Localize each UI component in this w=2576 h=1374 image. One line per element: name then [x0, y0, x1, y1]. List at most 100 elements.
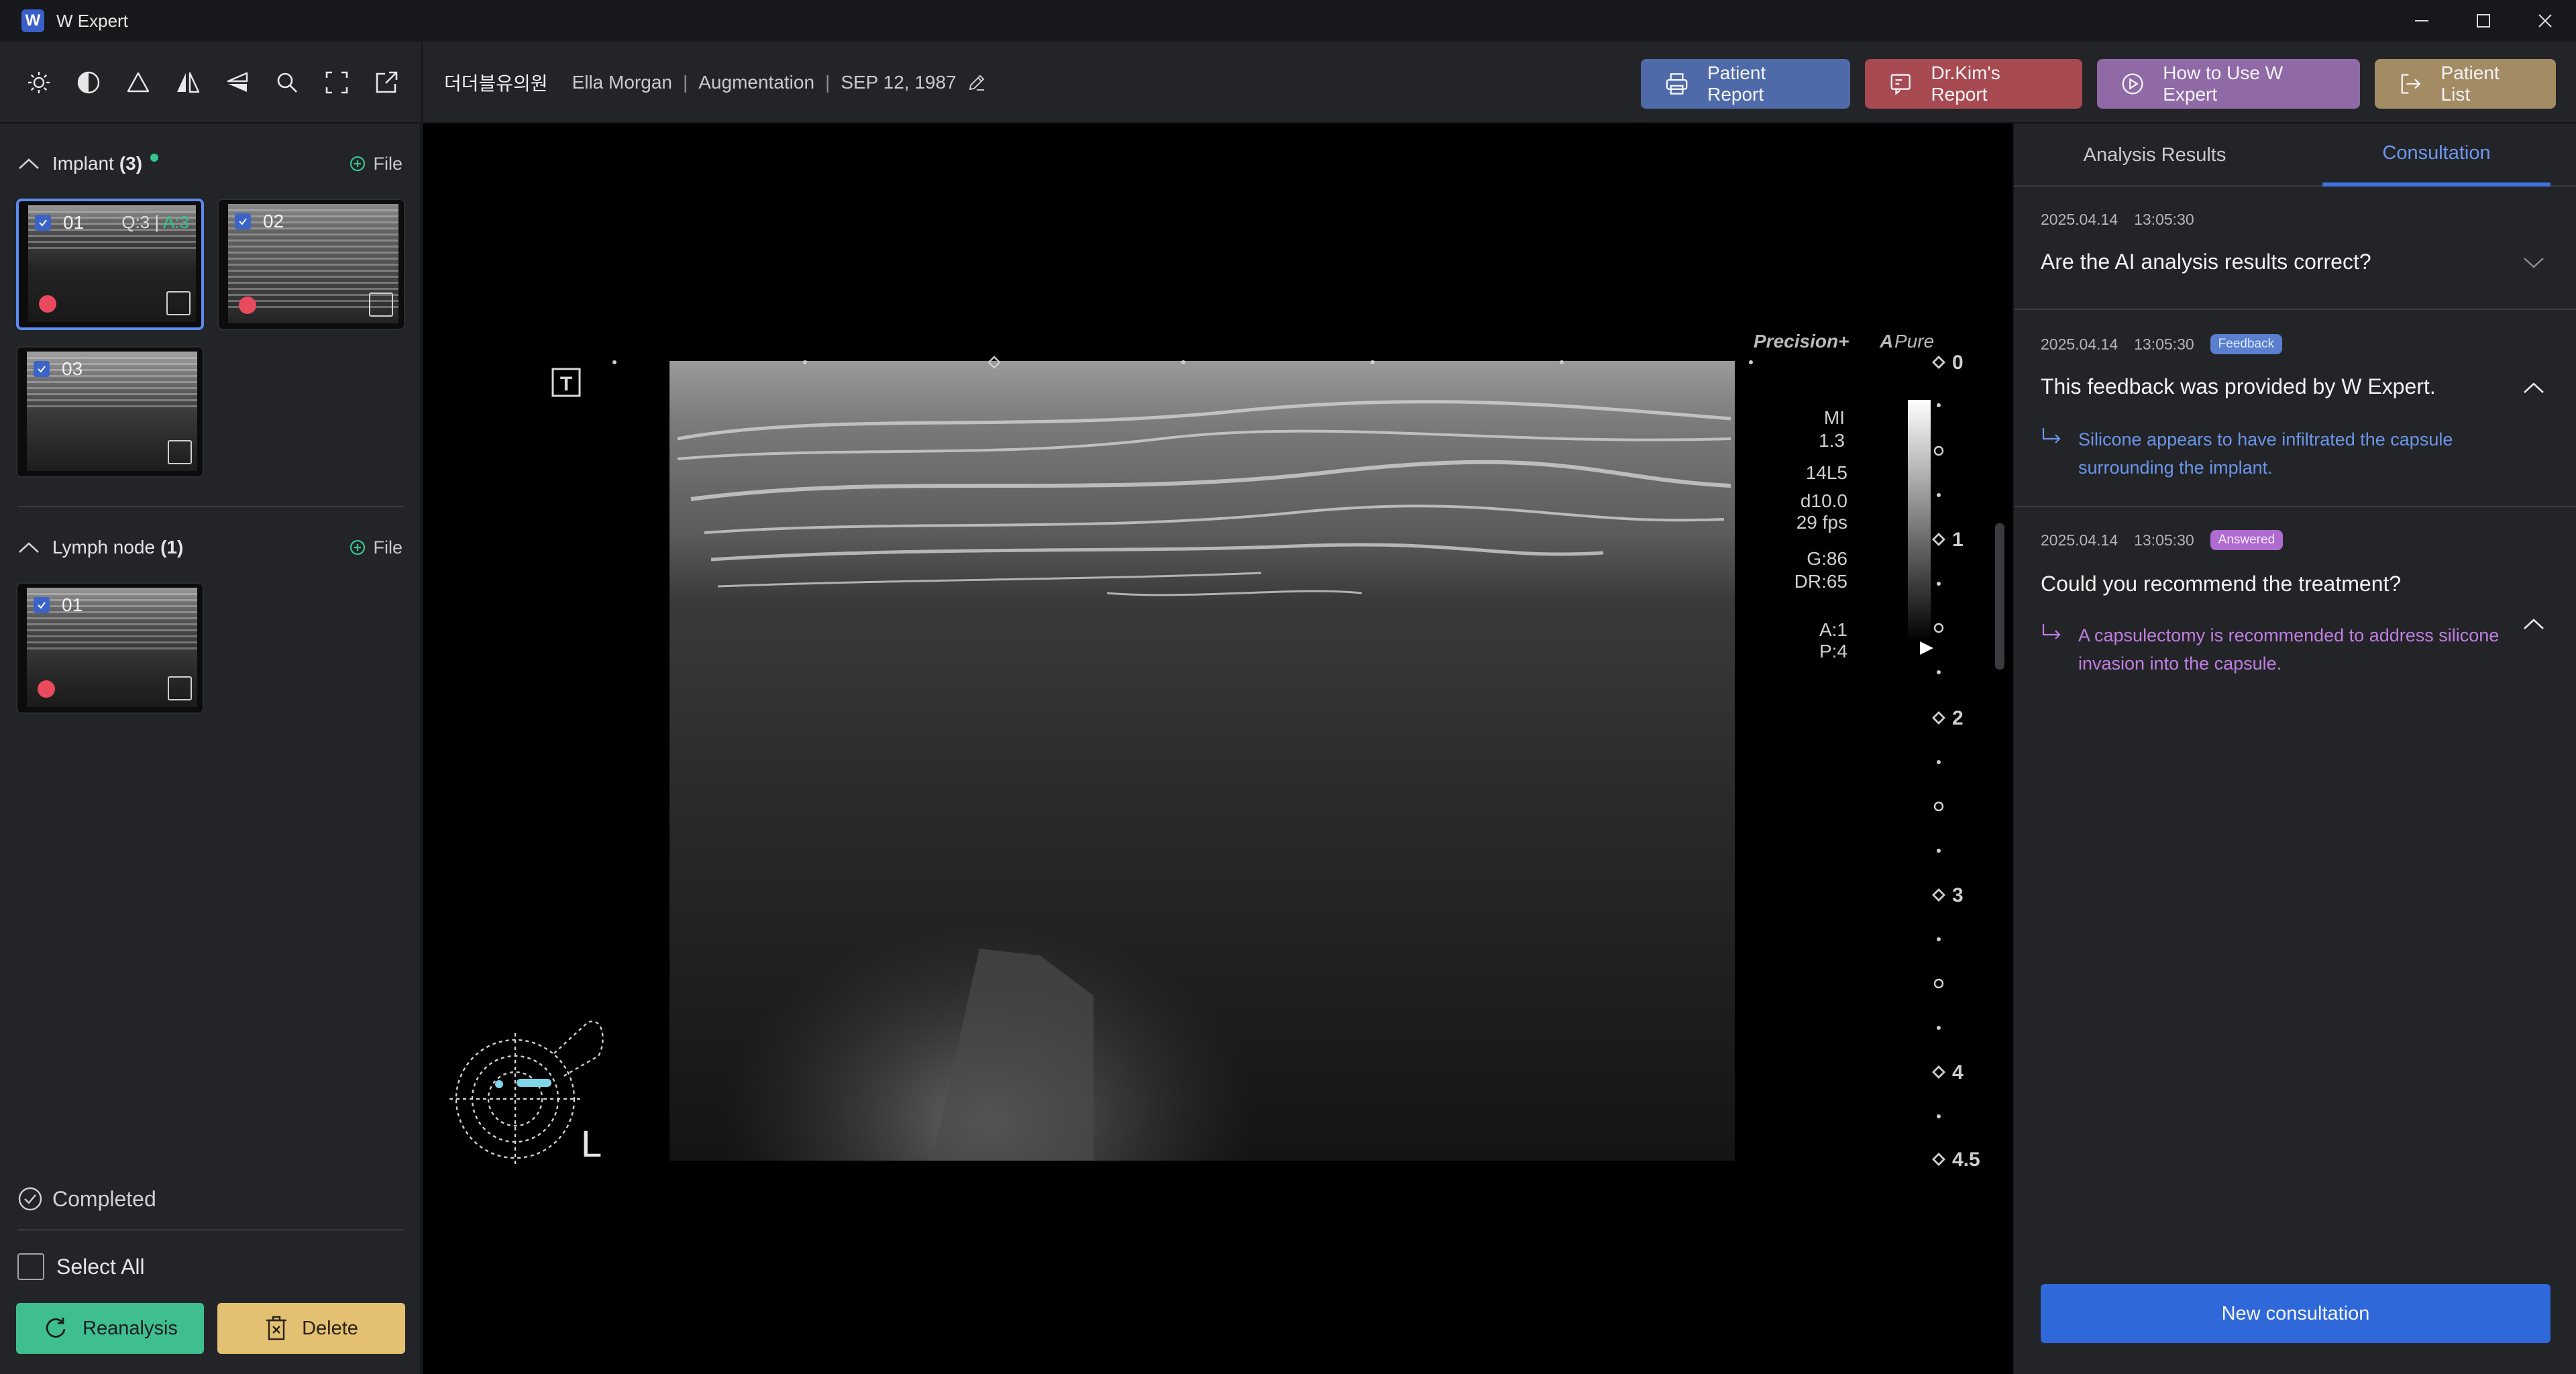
- minimize-button[interactable]: [2391, 0, 2453, 42]
- triangle-tool[interactable]: [119, 64, 157, 101]
- thumbnail-select-checkbox[interactable]: [168, 676, 192, 700]
- lymph-add-file-button[interactable]: File: [349, 534, 402, 561]
- brightness-icon: [28, 72, 50, 93]
- t-marker: T: [560, 373, 572, 395]
- lymph-thumbnail-01[interactable]: 01: [16, 582, 204, 714]
- plus-circle-icon: [350, 539, 366, 556]
- contrast-icon: [77, 71, 100, 94]
- alert-dot: [239, 297, 256, 314]
- flip-vertical-icon: [227, 72, 248, 92]
- analysis-status: Completed: [17, 1186, 156, 1212]
- tab-consultation[interactable]: Consultation: [2322, 123, 2551, 187]
- thumbnail-select-checkbox[interactable]: [369, 293, 393, 317]
- dr-report-button[interactable]: Dr.Kim's Report: [1865, 59, 2082, 109]
- consultation-meta: 2025.04.14 13:05:30 Answered: [2041, 530, 2284, 550]
- how-to-use-button[interactable]: How to Use W Expert: [2097, 59, 2360, 109]
- fullscreen-tool[interactable]: [318, 64, 356, 101]
- implant-thumbnail-01[interactable]: 01 Q:3 | A:3: [16, 199, 204, 330]
- pencil-icon: [969, 74, 985, 91]
- chevron-down-icon: [2524, 258, 2544, 268]
- window-controls: [2391, 0, 2576, 42]
- patient-list-button[interactable]: Patient List: [2375, 59, 2556, 109]
- param-gain: G:86: [1807, 548, 1847, 569]
- ultrasound-viewer[interactable]: T Precision+ A Pure MI 1.3 14L5 d10.0 29…: [423, 123, 2012, 1374]
- dr-report-label: Dr.Kim's Report: [1931, 62, 2000, 105]
- consultation-time: 13:05:30: [2134, 211, 2194, 228]
- maximize-button[interactable]: [2453, 0, 2514, 42]
- brand-a-glyph: A: [1879, 331, 1893, 352]
- play-circle-icon: [2122, 73, 2143, 95]
- implant-thumbnail-03[interactable]: 03: [16, 346, 204, 478]
- reanalysis-button[interactable]: Reanalysis: [16, 1303, 204, 1354]
- param-mi-label: MI: [1824, 407, 1845, 428]
- file-label: File: [373, 153, 402, 174]
- reanalysis-label: Reanalysis: [83, 1317, 178, 1339]
- implant-add-file-button[interactable]: File: [349, 150, 402, 177]
- select-all-control[interactable]: Select All: [17, 1253, 145, 1280]
- toolbar: 더더블유의원 Ella Morgan | Augmentation | SEP …: [0, 42, 2576, 123]
- new-consultation-button[interactable]: New consultation: [2041, 1284, 2551, 1343]
- answer-text: A capsulectomy is recommended to address…: [2078, 625, 2500, 674]
- param-probe: 14L5: [1806, 462, 1847, 483]
- app-logo: W: [21, 9, 44, 32]
- chevron-up-icon: [2524, 382, 2544, 393]
- delete-icon: [266, 1316, 287, 1340]
- maximize-icon: [2477, 14, 2490, 28]
- answered-badge: Answered: [2210, 530, 2284, 550]
- select-all-checkbox[interactable]: [17, 1253, 44, 1280]
- chevron-up-icon: [17, 157, 40, 170]
- thumbnail-select-checkbox[interactable]: [168, 440, 192, 464]
- breast-body-marker-icon: [449, 1020, 604, 1165]
- checkmark-icon: [35, 215, 51, 231]
- check-circle-icon: [18, 1187, 42, 1211]
- tab-analysis-results[interactable]: Analysis Results: [2014, 123, 2296, 187]
- consultation-date: 2025.04.14: [2041, 211, 2118, 228]
- consultation-question: Could you recommend the treatment?: [2041, 572, 2402, 596]
- viewer-scrollbar[interactable]: [1995, 523, 2004, 670]
- collapse-button[interactable]: [2522, 381, 2545, 398]
- edit-patient-button[interactable]: [966, 72, 987, 93]
- clinic-name: 더더블유의원: [444, 73, 548, 94]
- depth-label-2: 2: [1952, 707, 1964, 729]
- panel-tabs: Analysis Results Consultation: [2014, 123, 2576, 187]
- implant-thumbnail-02[interactable]: 02: [217, 199, 405, 330]
- consultation-item[interactable]: 2025.04.14 13:05:30 Feedback This feedba…: [2014, 311, 2576, 507]
- chevron-up-icon: [17, 541, 40, 554]
- thumbnail-texture: [27, 593, 197, 653]
- report-icon: [1890, 74, 1911, 95]
- plus-circle-icon: [350, 156, 366, 172]
- brightness-tool[interactable]: [20, 64, 58, 101]
- info-separator: |: [825, 72, 830, 93]
- thumbnail-number: 01: [63, 212, 85, 233]
- close-button[interactable]: [2514, 0, 2576, 42]
- alert-dot: [38, 680, 55, 698]
- delete-button[interactable]: Delete: [217, 1303, 405, 1354]
- reply-arrow-icon: [2042, 624, 2061, 639]
- consultation-item[interactable]: 2025.04.14 13:05:30 Answered Could you r…: [2014, 507, 2576, 708]
- probe-marker: [517, 1079, 551, 1087]
- how-to-use-label: How to Use W Expert: [2163, 62, 2284, 105]
- contrast-tool[interactable]: [70, 64, 107, 101]
- export-tool[interactable]: [368, 64, 405, 101]
- flip-horizontal-icon: [177, 72, 200, 93]
- zoom-tool[interactable]: [268, 64, 306, 101]
- consultation-question: This feedback was provided by W Expert.: [2041, 374, 2436, 399]
- info-separator: |: [682, 72, 688, 93]
- patient-report-button[interactable]: Patient Report: [1641, 59, 1850, 109]
- flip-vertical-tool[interactable]: [219, 64, 256, 101]
- depth-label-3: 3: [1952, 884, 1964, 906]
- consultation-time: 13:05:30: [2134, 335, 2194, 353]
- implant-section-toggle[interactable]: Implant (3): [17, 150, 159, 177]
- consultation-item[interactable]: 2025.04.14 13:05:30 Are the AI analysis …: [2014, 188, 2576, 310]
- depth-label-45: 4.5: [1952, 1149, 1980, 1171]
- patient-info: 더더블유의원 Ella Morgan | Augmentation | SEP …: [444, 42, 987, 123]
- consultation-meta: 2025.04.14 13:05:30 Feedback: [2041, 334, 2283, 354]
- triangle-icon: [127, 72, 150, 93]
- lymph-section-toggle[interactable]: Lymph node (1): [17, 534, 183, 561]
- consultation-panel: Analysis Results Consultation 2025.04.14…: [2012, 123, 2576, 1374]
- thumbnail-select-checkbox[interactable]: [166, 291, 191, 315]
- checkmark-icon: [235, 213, 251, 229]
- flip-horizontal-tool[interactable]: [169, 64, 207, 101]
- zoom-icon: [277, 72, 297, 93]
- expand-button[interactable]: [2522, 256, 2545, 273]
